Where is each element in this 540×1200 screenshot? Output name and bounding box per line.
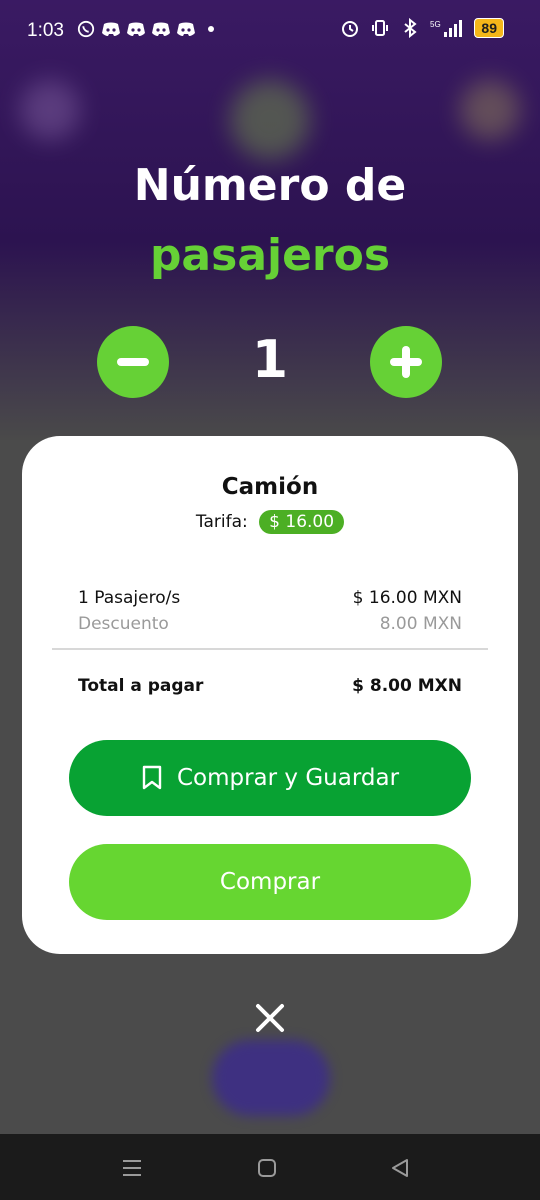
whatsapp-icon (76, 19, 96, 39)
bluetooth-icon (400, 18, 420, 38)
system-icons: 5G 89 (340, 18, 504, 38)
discord-icon (126, 19, 146, 39)
passengers-row: 1 Pasajero/s $ 16.00 MXN (78, 588, 462, 608)
transport-type-title: Camión (221, 474, 319, 500)
background-blur-center (230, 80, 310, 160)
status-time: 1:03 (27, 20, 64, 41)
page-title: Número de (133, 160, 407, 211)
status-bar: 1:03 5G 89 (0, 0, 540, 62)
home-icon (258, 1159, 276, 1177)
buy-label: Comprar (219, 869, 321, 895)
page-title-highlight: pasajeros (149, 230, 391, 281)
passengers-label: 1 Pasajero/s (78, 588, 181, 608)
signal-icon: 5G (430, 18, 464, 38)
close-button[interactable] (250, 998, 290, 1038)
back-button[interactable] (388, 1156, 412, 1180)
discord-icon (101, 19, 121, 39)
passengers-amount: $ 16.00 MXN (352, 588, 462, 608)
minus-icon (117, 358, 149, 366)
svg-text:5G: 5G (430, 20, 441, 29)
battery-indicator: 89 (474, 18, 504, 38)
buy-and-save-button[interactable]: Comprar y Guardar (69, 740, 471, 816)
total-amount: $ 8.00 MXN (352, 676, 462, 696)
close-icon (256, 1004, 284, 1032)
discord-icon (176, 19, 196, 39)
plus-icon (390, 346, 422, 378)
fare-row: Tarifa: $ 16.00 (22, 510, 518, 534)
home-button[interactable] (255, 1156, 279, 1180)
discount-row: Descuento 8.00 MXN (78, 614, 462, 634)
vibrate-icon (370, 18, 390, 38)
decrease-passengers-button[interactable] (97, 326, 169, 398)
notification-icons (76, 19, 221, 39)
fare-label: Tarifa: (195, 512, 248, 532)
discount-amount: 8.00 MXN (379, 614, 462, 634)
passenger-count: 1 (251, 330, 289, 390)
bookmark-icon (142, 765, 162, 790)
fare-badge: $ 16.00 (259, 510, 345, 534)
more-notifications-icon (201, 19, 221, 39)
background-blur-right (460, 80, 520, 140)
divider (52, 648, 488, 650)
total-row: Total a pagar $ 8.00 MXN (78, 676, 462, 696)
menu-icon (123, 1160, 141, 1176)
buy-and-save-label: Comprar y Guardar (176, 765, 400, 791)
background-blur-left (20, 80, 80, 140)
buy-button[interactable]: Comprar (69, 844, 471, 920)
back-icon (392, 1159, 408, 1177)
total-label: Total a pagar (78, 676, 204, 696)
discord-icon (151, 19, 171, 39)
alarm-icon (340, 18, 360, 38)
background-fab (212, 1040, 330, 1116)
discount-label: Descuento (78, 614, 169, 634)
purchase-card: Camión Tarifa: $ 16.00 1 Pasajero/s $ 16… (22, 436, 518, 954)
system-navigation-bar (0, 1134, 540, 1200)
recent-apps-button[interactable] (120, 1156, 144, 1180)
increase-passengers-button[interactable] (370, 326, 442, 398)
